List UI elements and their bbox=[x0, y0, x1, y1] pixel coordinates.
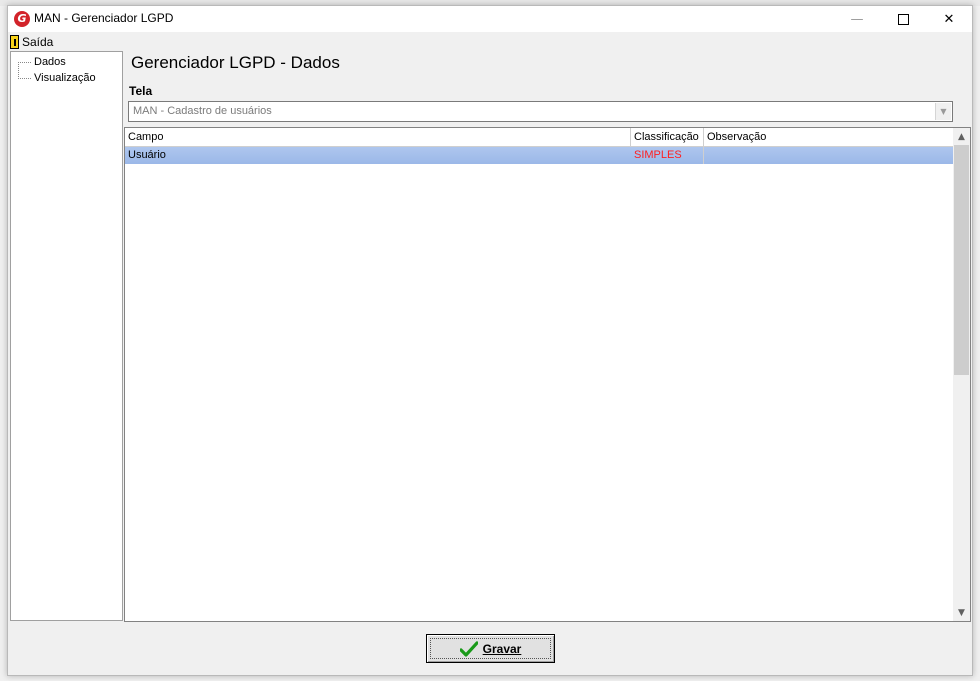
menu-bar: Saída bbox=[8, 32, 972, 51]
tree-item-dados[interactable]: Dados bbox=[14, 55, 66, 70]
scroll-up-icon[interactable]: ▲ bbox=[953, 128, 970, 145]
window-title: MAN - Gerenciador LGPD bbox=[34, 11, 174, 25]
tela-label: Tela bbox=[129, 84, 153, 98]
tela-select-value: MAN - Cadastro de usuários bbox=[133, 105, 272, 117]
navigation-tree: Dados Visualização bbox=[10, 51, 123, 621]
scrollbar-thumb[interactable] bbox=[954, 145, 969, 375]
scroll-down-icon[interactable]: ▼ bbox=[953, 604, 970, 621]
minimize-button[interactable]: — bbox=[834, 6, 880, 32]
save-button-label: Gravar bbox=[482, 641, 522, 656]
close-button[interactable]: ✕ bbox=[926, 6, 972, 32]
page-title: Gerenciador LGPD - Dados bbox=[131, 53, 340, 72]
tela-select[interactable]: MAN - Cadastro de usuários ▼ bbox=[128, 101, 953, 122]
chevron-down-icon[interactable]: ▼ bbox=[935, 103, 951, 120]
save-button[interactable]: Gravar bbox=[426, 634, 555, 663]
column-header-classificacao[interactable]: Classificação bbox=[631, 128, 704, 146]
data-grid[interactable]: Campo Classificação Observação Usuário S… bbox=[124, 127, 971, 622]
column-header-campo[interactable]: Campo bbox=[125, 128, 631, 146]
cell-observacao[interactable] bbox=[704, 147, 954, 164]
app-logo-icon: G bbox=[14, 11, 30, 27]
maximize-button[interactable] bbox=[880, 6, 926, 32]
cell-campo[interactable]: Usuário bbox=[125, 147, 631, 164]
close-icon: ✕ bbox=[943, 11, 955, 27]
menu-item-exit[interactable]: Saída bbox=[10, 33, 53, 50]
title-bar: G MAN - Gerenciador LGPD — ✕ bbox=[8, 6, 972, 32]
minimize-icon: — bbox=[850, 11, 864, 27]
maximize-icon bbox=[897, 13, 909, 25]
app-window: G MAN - Gerenciador LGPD — ✕ Saída Dados… bbox=[7, 5, 973, 676]
tree-item-visualizacao[interactable]: Visualização bbox=[14, 71, 96, 86]
grid-header: Campo Classificação Observação bbox=[125, 128, 954, 147]
cell-classificacao[interactable]: SIMPLES bbox=[631, 147, 704, 164]
checkmark-icon bbox=[459, 640, 478, 657]
table-row[interactable]: Usuário SIMPLES bbox=[125, 147, 954, 164]
menu-item-exit-label: Saída bbox=[22, 34, 54, 49]
column-header-observacao[interactable]: Observação bbox=[704, 128, 954, 146]
exit-door-icon bbox=[10, 34, 19, 49]
vertical-scrollbar[interactable]: ▲ ▼ bbox=[953, 128, 970, 621]
